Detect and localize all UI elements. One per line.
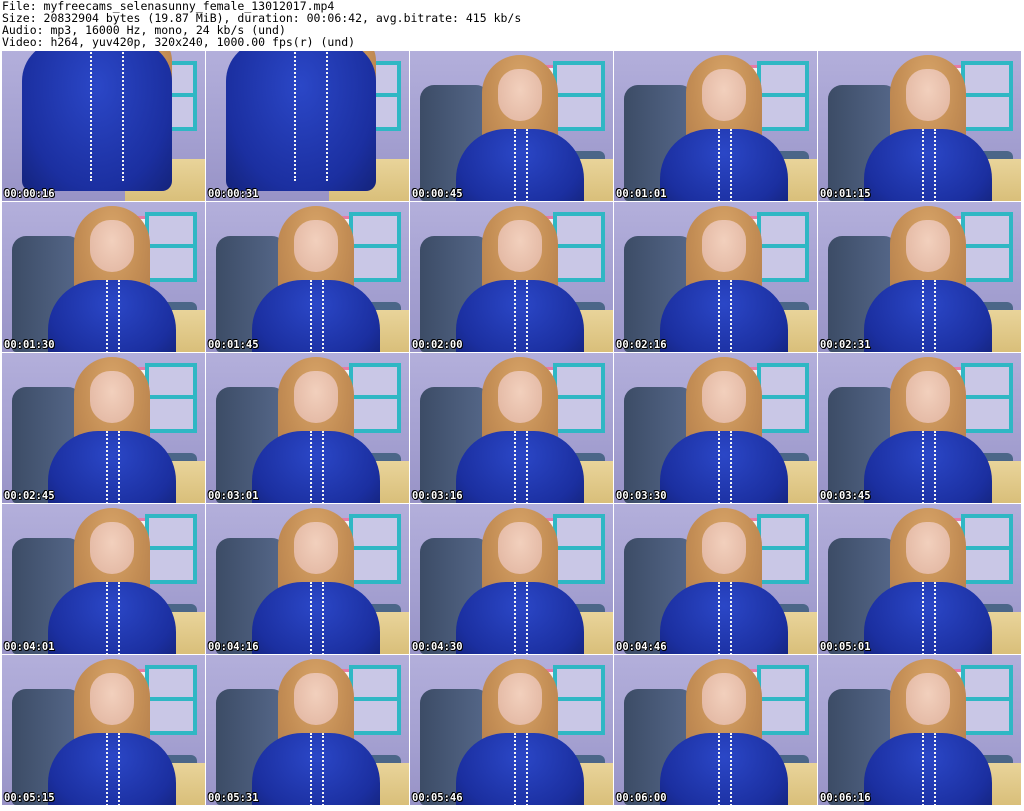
thumbnail-frame: 00:06:00 [614, 655, 817, 805]
frame-timestamp: 00:00:16 [4, 188, 55, 200]
thumbnail-frame: 00:02:16 [614, 202, 817, 352]
frame-timestamp: 00:05:31 [208, 792, 259, 804]
frame-timestamp: 00:05:01 [820, 641, 871, 653]
frame-timestamp: 00:05:46 [412, 792, 463, 804]
frame-timestamp: 00:02:00 [412, 339, 463, 351]
frame-timestamp: 00:01:01 [616, 188, 667, 200]
frame-timestamp: 00:02:16 [616, 339, 667, 351]
thumbnail-frame: 00:03:16 [410, 353, 613, 503]
thumbnail-grid: 00:00:16 00:00:31 00:00:45 00:01:01 00:0… [2, 51, 1022, 809]
thumbnail-frame: 00:03:01 [206, 353, 409, 503]
frame-timestamp: 00:00:31 [208, 188, 259, 200]
thumbnail-frame: 00:00:16 [2, 51, 205, 201]
frame-timestamp: 00:06:16 [820, 792, 871, 804]
frame-timestamp: 00:02:31 [820, 339, 871, 351]
frame-timestamp: 00:01:45 [208, 339, 259, 351]
thumbnail-frame: 00:01:30 [2, 202, 205, 352]
thumbnail-frame: 00:04:30 [410, 504, 613, 654]
thumbnail-frame: 00:01:15 [818, 51, 1021, 201]
frame-timestamp: 00:06:00 [616, 792, 667, 804]
frame-timestamp: 00:04:30 [412, 641, 463, 653]
frame-timestamp: 00:04:01 [4, 641, 55, 653]
frame-timestamp: 00:04:16 [208, 641, 259, 653]
frame-timestamp: 00:00:45 [412, 188, 463, 200]
frame-timestamp: 00:01:15 [820, 188, 871, 200]
thumbnail-frame: 00:00:31 [206, 51, 409, 201]
thumbnail-frame: 00:05:31 [206, 655, 409, 805]
thumbnail-frame: 00:02:00 [410, 202, 613, 352]
frame-timestamp: 00:05:15 [4, 792, 55, 804]
frame-timestamp: 00:02:45 [4, 490, 55, 502]
frame-timestamp: 00:03:30 [616, 490, 667, 502]
thumbnail-frame: 00:02:45 [2, 353, 205, 503]
thumbnail-frame: 00:00:45 [410, 51, 613, 201]
frame-timestamp: 00:03:45 [820, 490, 871, 502]
thumbnail-frame: 00:06:16 [818, 655, 1021, 805]
file-info-header: File: myfreecams_selenasunny_female_1301… [2, 0, 521, 48]
thumbnail-frame: 00:04:16 [206, 504, 409, 654]
video-info-line: Video: h264, yuv420p, 320x240, 1000.00 f… [2, 35, 356, 49]
thumbnail-frame: 00:01:45 [206, 202, 409, 352]
thumbnail-frame: 00:02:31 [818, 202, 1021, 352]
frame-timestamp: 00:01:30 [4, 339, 55, 351]
thumbnail-frame: 00:01:01 [614, 51, 817, 201]
thumbnail-frame: 00:03:30 [614, 353, 817, 503]
thumbnail-frame: 00:04:46 [614, 504, 817, 654]
thumbnail-frame: 00:05:01 [818, 504, 1021, 654]
frame-timestamp: 00:04:46 [616, 641, 667, 653]
thumbnail-frame: 00:05:15 [2, 655, 205, 805]
thumbnail-frame: 00:03:45 [818, 353, 1021, 503]
thumbnail-frame: 00:04:01 [2, 504, 205, 654]
frame-timestamp: 00:03:01 [208, 490, 259, 502]
thumbnail-frame: 00:05:46 [410, 655, 613, 805]
frame-timestamp: 00:03:16 [412, 490, 463, 502]
